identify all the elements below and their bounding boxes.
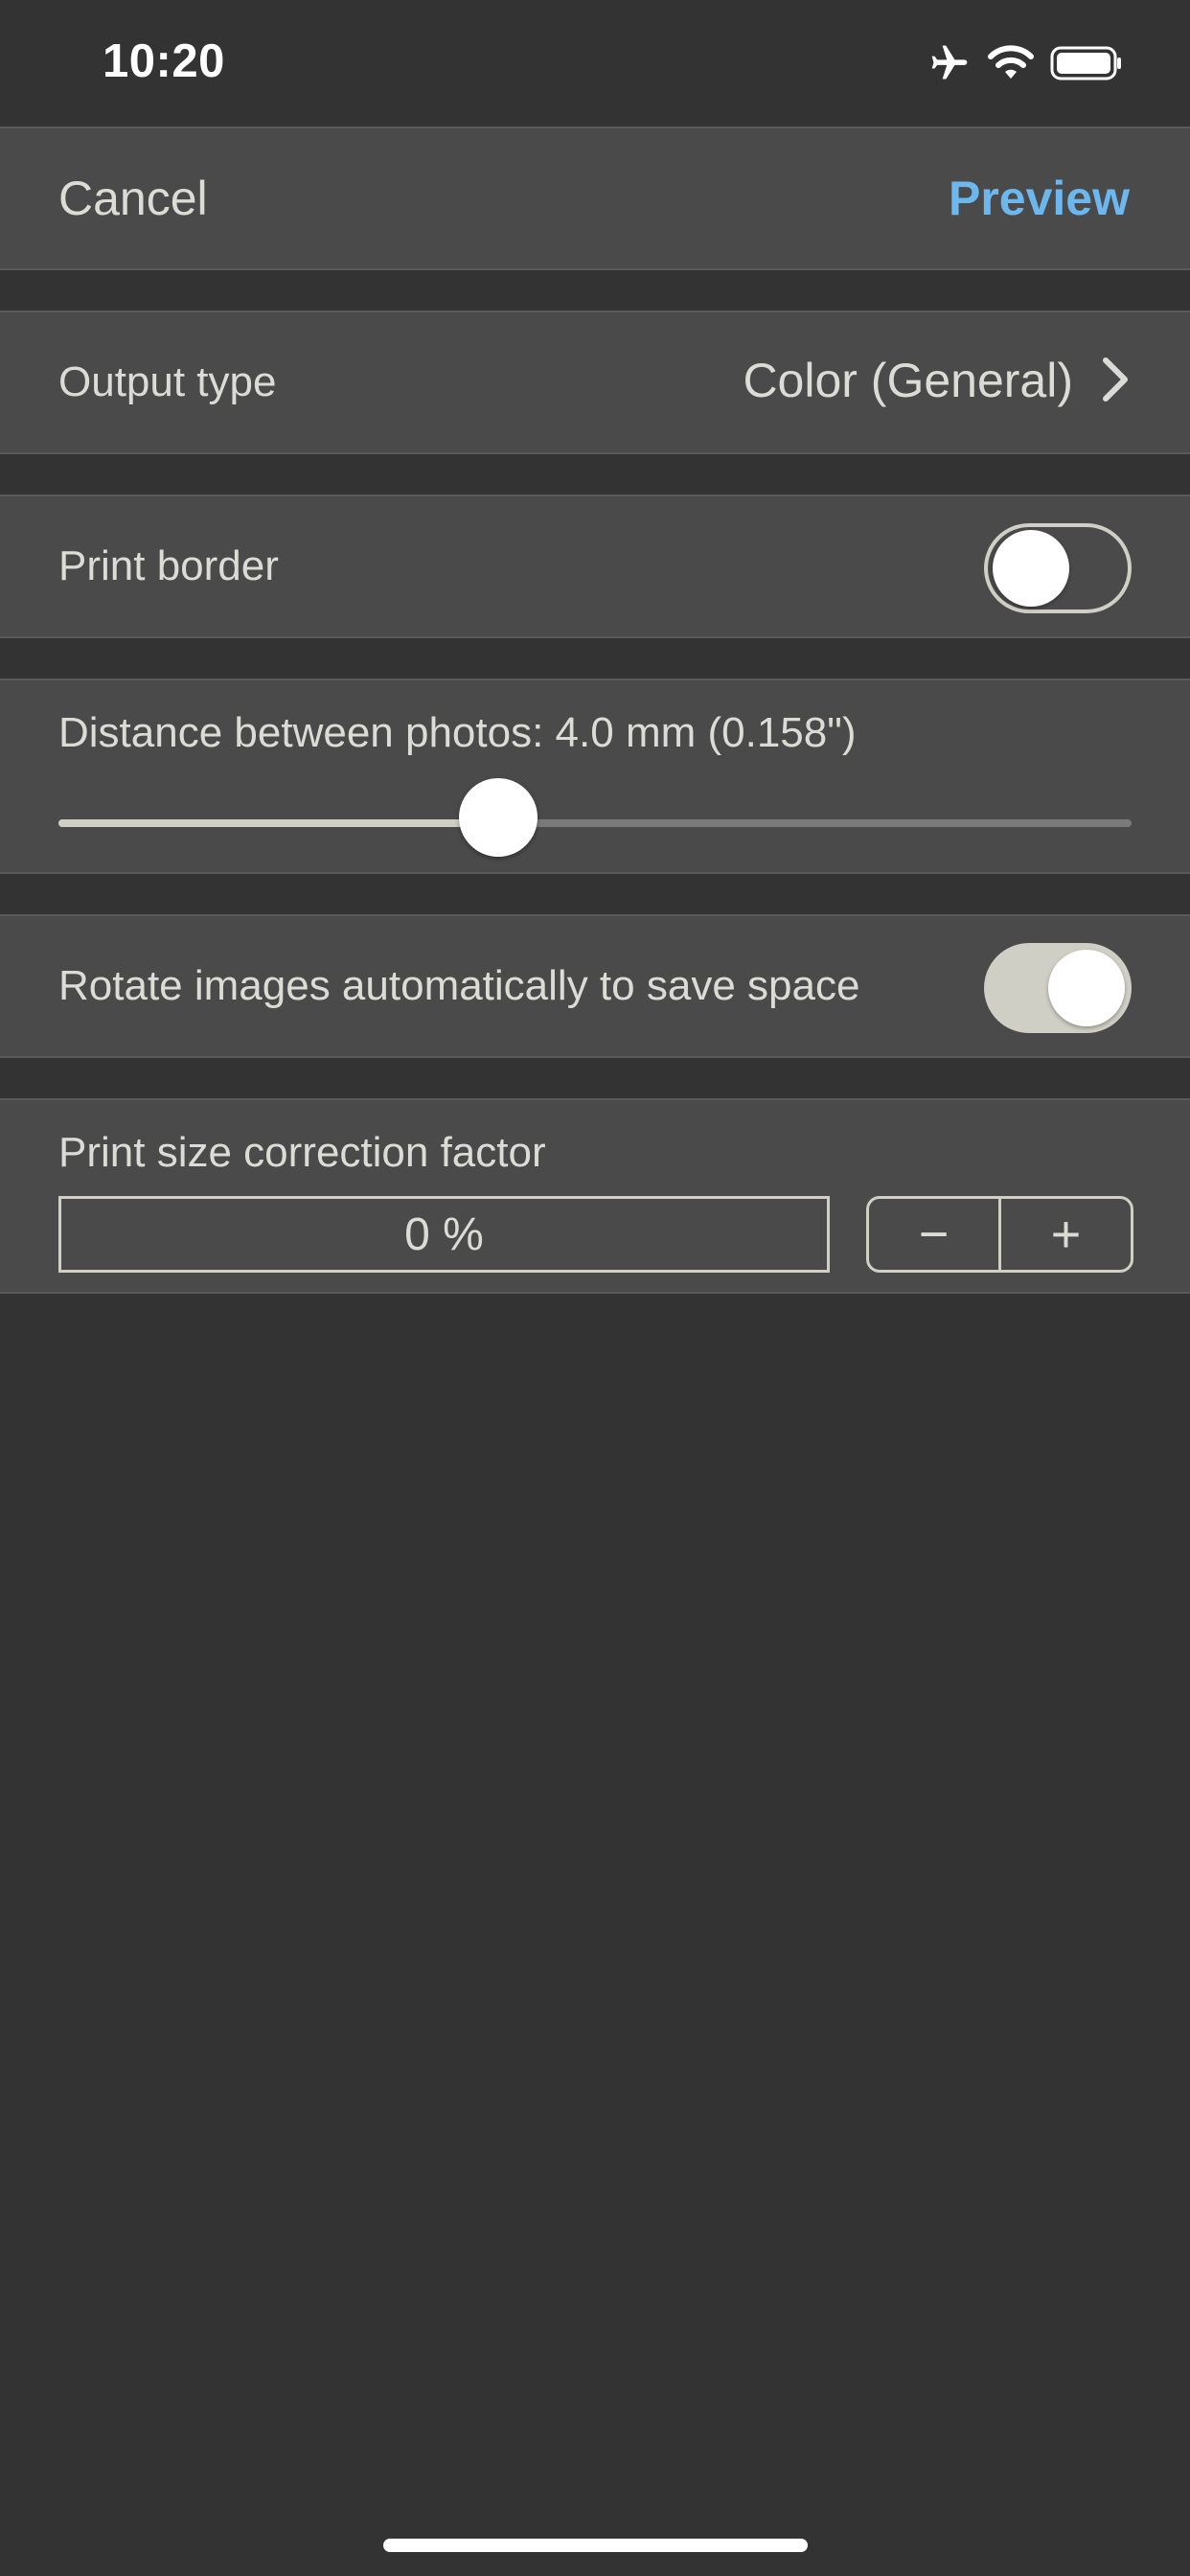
toggle-knob: [1048, 950, 1125, 1026]
rotate-images-row: Rotate images automatically to save spac…: [0, 914, 1190, 1058]
chevron-right-icon: [1103, 357, 1128, 402]
status-time: 10:20: [103, 35, 225, 87]
correction-factor-label: Print size correction factor: [58, 1129, 546, 1176]
print-border-label: Print border: [58, 542, 279, 589]
airplane-icon: [927, 42, 972, 89]
decrement-button[interactable]: −: [869, 1199, 998, 1270]
distance-row: Distance between photos: 4.0 mm (0.158"): [0, 678, 1190, 874]
correction-factor-stepper: − +: [866, 1196, 1133, 1273]
distance-label: Distance between photos: 4.0 mm (0.158"): [58, 709, 857, 756]
distance-slider-thumb[interactable]: [459, 778, 538, 857]
preview-button[interactable]: Preview: [949, 171, 1130, 226]
output-type-label: Output type: [58, 358, 277, 405]
increment-button[interactable]: +: [1001, 1199, 1131, 1270]
output-type-row[interactable]: Output type Color (General): [0, 310, 1190, 454]
rotate-images-label: Rotate images automatically to save spac…: [58, 962, 860, 1009]
correction-factor-field[interactable]: 0 %: [58, 1196, 830, 1273]
home-indicator[interactable]: [383, 2539, 808, 2552]
output-type-value: Color (General): [743, 354, 1073, 407]
distance-slider-fill: [58, 819, 499, 827]
status-icons: [927, 42, 1123, 88]
print-border-row: Print border: [0, 494, 1190, 638]
toggle-knob: [993, 530, 1069, 607]
correction-factor-row: Print size correction factor 0 % − +: [0, 1098, 1190, 1294]
battery-icon: [1050, 44, 1123, 87]
distance-slider-track[interactable]: [58, 819, 1132, 827]
rotate-images-toggle[interactable]: [984, 943, 1132, 1033]
wifi-icon: [987, 44, 1035, 87]
cancel-button[interactable]: Cancel: [58, 171, 208, 226]
print-border-toggle[interactable]: [984, 523, 1132, 613]
